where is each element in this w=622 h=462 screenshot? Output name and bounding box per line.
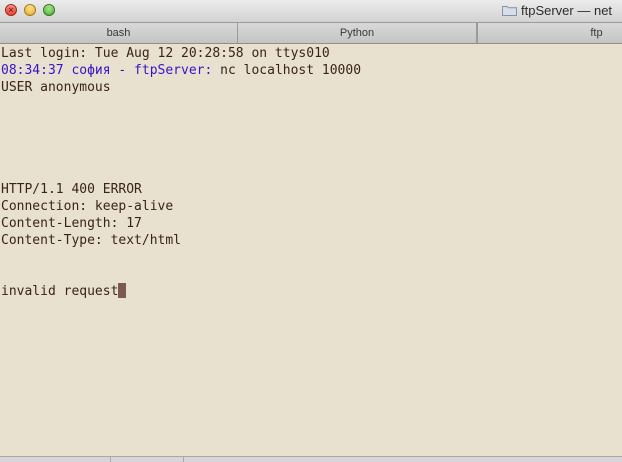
prompt-text: 08:34:37 софия - ftpServer: — [1, 63, 213, 78]
tab-python[interactable]: Python — [238, 23, 477, 43]
terminal-line: Connection: keep-alive — [1, 199, 174, 214]
divider — [183, 457, 184, 462]
terminal-line: Content-Type: text/html — [1, 233, 182, 248]
close-button[interactable]: × — [5, 4, 17, 16]
terminal-last-text: invalid request — [1, 284, 119, 299]
text-cursor — [118, 283, 127, 298]
folder-icon — [502, 6, 517, 16]
terminal-line: Content-Length: 17 — [1, 216, 142, 231]
window-bottom-edge — [0, 456, 622, 462]
minimize-button[interactable] — [24, 4, 36, 16]
terminal-line: Last login: Tue Aug 12 20:28:58 on ttys0… — [1, 46, 330, 61]
tab-bash[interactable]: bash — [0, 23, 238, 43]
zoom-button[interactable] — [43, 4, 55, 16]
title-bar: × ftpServer — net — [0, 0, 622, 23]
terminal-window: × ftpServer — net bash Python ftp Last l… — [0, 0, 622, 462]
terminal-output[interactable]: Last login: Tue Aug 12 20:28:58 on ttys0… — [0, 44, 622, 456]
tab-bar: bash Python ftp — [0, 23, 622, 44]
terminal-prompt-line: 08:34:37 софия - ftpServer: nc localhost… — [1, 62, 361, 79]
command-text: nc localhost 10000 — [212, 63, 362, 78]
tab-ftp[interactable]: ftp — [477, 23, 622, 43]
divider — [110, 457, 111, 462]
window-title: ftpServer — net — [521, 3, 613, 18]
terminal-line: HTTP/1.1 400 ERROR — [1, 182, 142, 197]
close-icon: × — [8, 5, 14, 15]
terminal-line: USER anonymous — [1, 80, 111, 95]
terminal-input-line: invalid request — [1, 283, 127, 300]
